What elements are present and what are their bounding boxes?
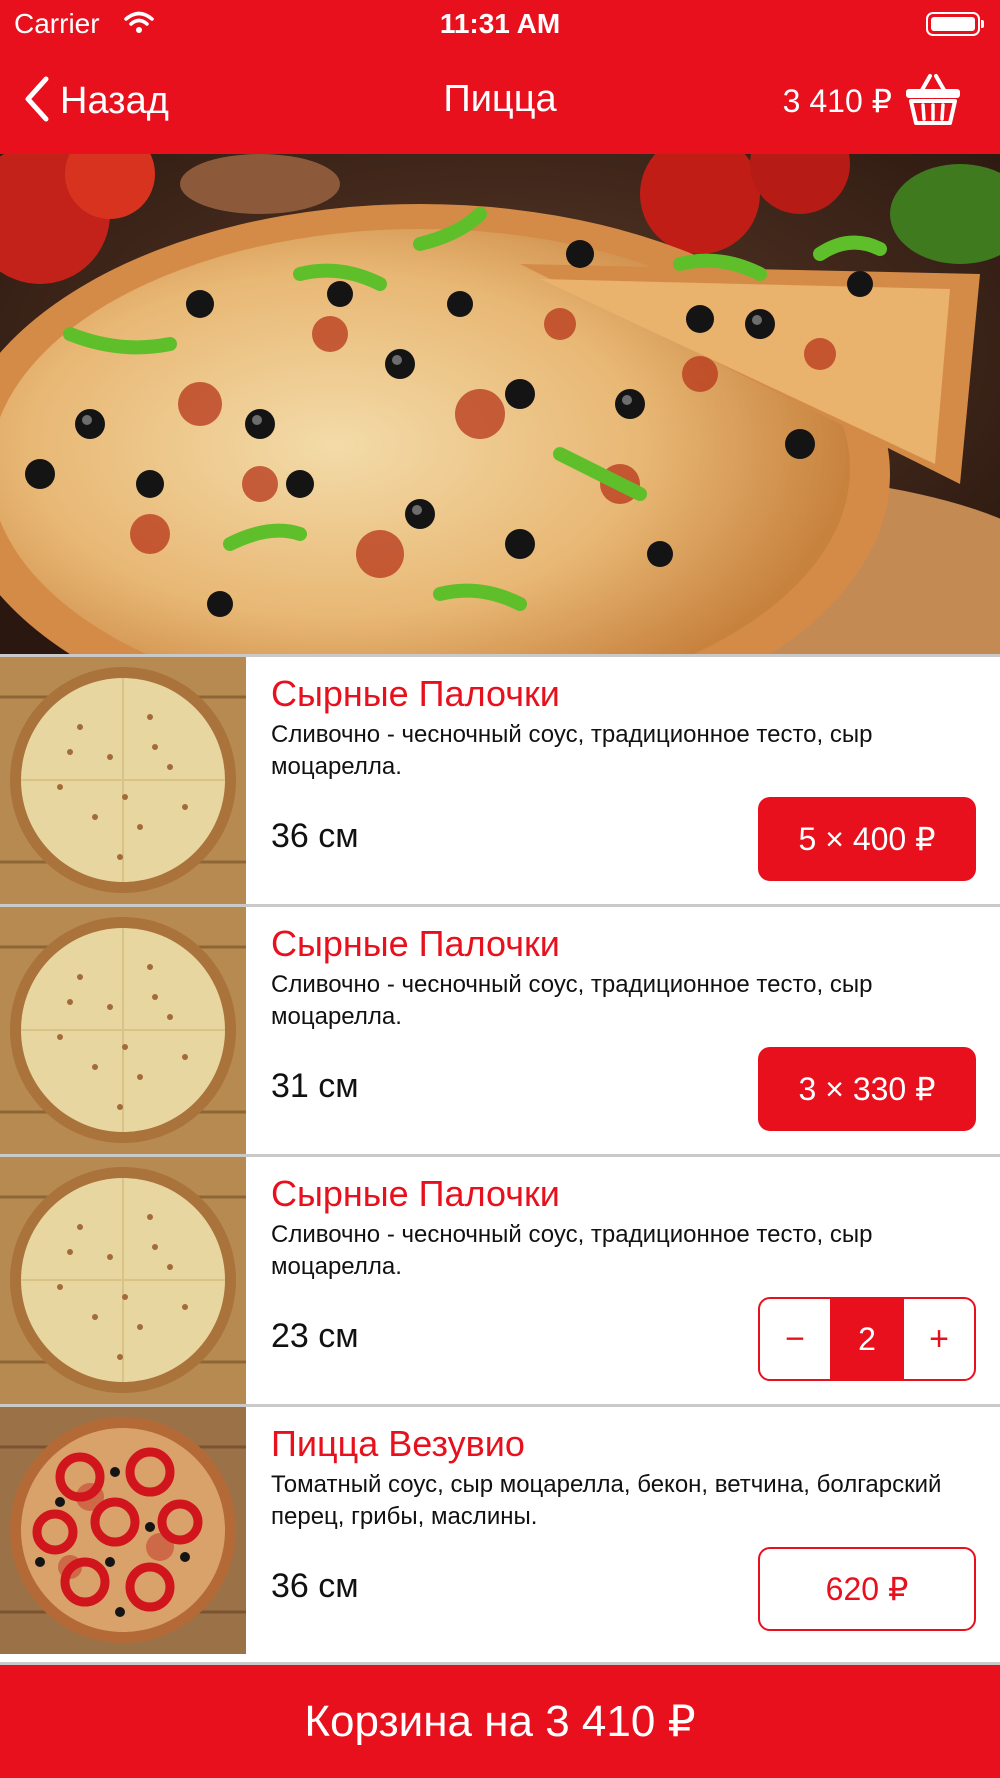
product-row[interactable]: Сырные Палочки Сливочно - чесночный соус… (0, 904, 1000, 1154)
status-bar: Carrier 11:31 AM (0, 0, 1000, 52)
status-time: 11:31 AM (439, 8, 561, 39)
vesuvio-pizza-thumbnail (0, 1407, 246, 1654)
product-size: 23 см (271, 1317, 359, 1355)
product-name: Сырные Палочки (271, 1173, 560, 1214)
price-button[interactable]: 3 × 330 ₽ (758, 1047, 976, 1131)
cheese-pizza-thumbnail (0, 907, 246, 1154)
hero-pizza-image (0, 154, 1000, 654)
product-name: Сырные Палочки (271, 673, 560, 714)
quantity-value: 2 (830, 1299, 904, 1379)
product-name: Пицца Везувио (271, 1423, 525, 1464)
product-size: 36 см (271, 1567, 359, 1605)
price-button[interactable]: 620 ₽ (758, 1547, 976, 1631)
product-description: Томатный соус, сыр моцарелла, бекон, вет… (271, 1471, 942, 1530)
quantity-stepper: − 2 + (758, 1297, 976, 1381)
decrement-button[interactable]: − (760, 1299, 830, 1379)
navigation-bar: Назад Пицца 3 410 ₽ (0, 52, 1000, 154)
price-button[interactable]: 5 × 400 ₽ (758, 797, 976, 881)
increment-button[interactable]: + (904, 1299, 974, 1379)
product-description: Сливочно - чесночный соус, традиционное … (271, 971, 873, 1030)
top-bar: Carrier 11:31 AM Назад Пицца 3 410 ₽ (0, 0, 1000, 154)
product-row[interactable]: Сырные Палочки Сливочно - чесночный соус… (0, 654, 1000, 904)
product-name: Сырные Палочки (271, 923, 560, 964)
product-size: 31 см (271, 1067, 359, 1105)
cart-button[interactable]: Корзина на 3 410 ₽ (0, 1662, 1000, 1778)
cheese-pizza-thumbnail (0, 657, 246, 904)
basket-icon[interactable] (904, 72, 962, 131)
cart-total[interactable]: 3 410 ₽ (783, 82, 892, 120)
cheese-pizza-thumbnail (0, 1157, 246, 1404)
product-description: Сливочно - чесночный соус, традиционное … (271, 1221, 873, 1280)
battery-icon (926, 12, 984, 36)
product-size: 36 см (271, 817, 359, 855)
product-description: Сливочно - чесночный соус, традиционное … (271, 721, 873, 780)
product-list: Сырные Палочки Сливочно - чесночный соус… (0, 654, 1000, 1654)
product-row[interactable]: Сырные Палочки Сливочно - чесночный соус… (0, 1154, 1000, 1404)
product-row[interactable]: Пицца Везувио Томатный соус, сыр моцарел… (0, 1404, 1000, 1654)
